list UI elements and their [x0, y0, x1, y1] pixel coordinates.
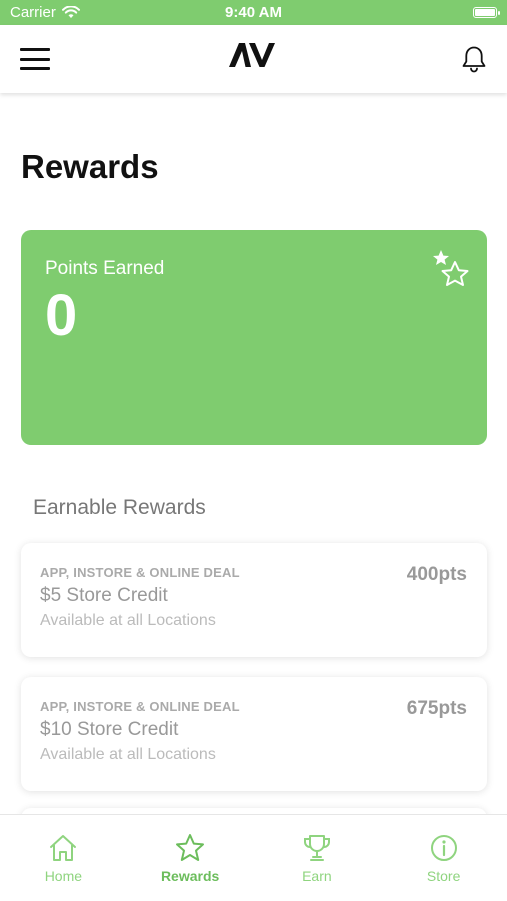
stars-icon	[433, 250, 469, 286]
trophy-icon	[303, 835, 330, 861]
bell-icon[interactable]	[461, 45, 487, 73]
reward-card[interactable]: APP, INSTORE & ONLINE DEAL $5 Store Cred…	[21, 543, 487, 657]
page-title: Rewards	[21, 148, 159, 185]
points-value: 0	[45, 283, 78, 348]
star-icon	[176, 834, 205, 861]
reward-tag: APP, INSTORE & ONLINE DEAL	[40, 699, 240, 714]
brand-logo	[229, 43, 275, 67]
reward-availability: Available at all Locations	[40, 746, 216, 763]
reward-points: 675pts	[406, 698, 467, 719]
reward-name: $10 Store Credit	[40, 719, 179, 740]
tab-store[interactable]: Store	[380, 815, 507, 901]
reward-availability: Available at all Locations	[40, 612, 216, 629]
tab-earn[interactable]: Earn	[254, 815, 381, 901]
tab-label: Store	[426, 868, 461, 884]
tab-label: Home	[44, 868, 83, 884]
nav-bar	[0, 25, 507, 93]
tab-home[interactable]: Home	[0, 815, 127, 901]
tab-label: Rewards	[160, 868, 220, 884]
battery-icon	[473, 7, 500, 18]
reward-name: $5 Store Credit	[40, 585, 168, 606]
reward-tag: APP, INSTORE & ONLINE DEAL	[40, 565, 240, 580]
points-card: Points Earned 0	[21, 230, 487, 445]
tab-bar: Home Rewards Earn Store	[0, 814, 507, 901]
reward-card[interactable]: APP, INSTORE & ONLINE DEAL $10 Store Cre…	[21, 677, 487, 791]
tab-label: Earn	[302, 868, 332, 884]
earnable-rewards-title: Earnable Rewards	[33, 496, 206, 519]
battery-level	[475, 9, 495, 16]
reward-points: 400pts	[406, 564, 467, 585]
carrier-label: Carrier	[10, 4, 56, 21]
menu-icon[interactable]	[20, 48, 50, 70]
status-left: Carrier	[10, 4, 80, 21]
tab-rewards[interactable]: Rewards	[127, 815, 254, 901]
status-bar: Carrier 9:40 AM	[0, 0, 507, 25]
points-label: Points Earned	[45, 258, 165, 279]
home-icon	[50, 835, 77, 861]
wifi-icon	[61, 6, 80, 18]
info-icon	[430, 835, 457, 861]
